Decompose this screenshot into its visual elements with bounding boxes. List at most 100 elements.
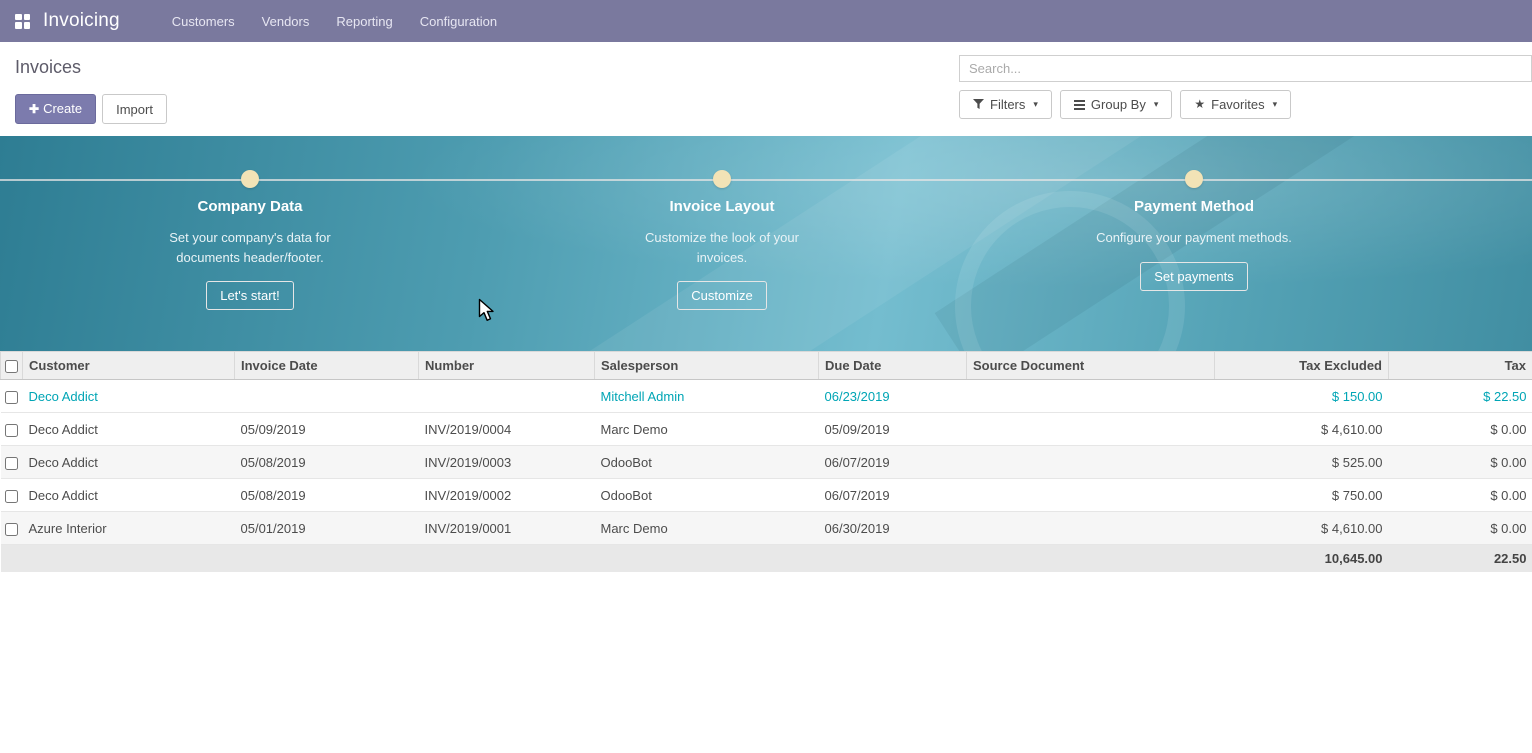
cell-due-date[interactable]: 06/07/2019 bbox=[819, 479, 967, 512]
filters-button[interactable]: Filters ▾ bbox=[959, 90, 1052, 119]
cell-number[interactable]: INV/2019/0004 bbox=[419, 413, 595, 446]
column-header-source-document[interactable]: Source Document bbox=[967, 352, 1215, 380]
cell-invoice-date[interactable] bbox=[235, 380, 419, 413]
cell-invoice-date[interactable]: 05/08/2019 bbox=[235, 446, 419, 479]
row-checkbox[interactable] bbox=[5, 424, 18, 437]
customize-button[interactable]: Customize bbox=[677, 281, 766, 310]
cell-tax-excluded[interactable]: $ 750.00 bbox=[1215, 479, 1389, 512]
search-input[interactable] bbox=[959, 55, 1532, 82]
step-title: Payment Method bbox=[1064, 198, 1324, 215]
row-checkbox[interactable] bbox=[5, 457, 18, 470]
row-checkbox[interactable] bbox=[5, 490, 18, 503]
column-header-number[interactable]: Number bbox=[419, 352, 595, 380]
search-options: Filters ▾ Group By ▾ ★ Favorites ▾ bbox=[959, 90, 1532, 119]
onboarding-step-invoice-layout: Invoice Layout Customize the look of you… bbox=[592, 198, 852, 310]
table-header-row: Customer Invoice Date Number Salesperson… bbox=[1, 352, 1532, 380]
step-dot-payment-method bbox=[1185, 170, 1203, 188]
table-totals-row: 10,645.00 22.50 bbox=[1, 545, 1532, 573]
cell-number[interactable] bbox=[419, 380, 595, 413]
invoice-list-table: Customer Invoice Date Number Salesperson… bbox=[0, 351, 1532, 572]
favorites-button[interactable]: ★ Favorites ▾ bbox=[1180, 90, 1291, 119]
select-all-checkbox-cell bbox=[1, 352, 23, 380]
cell-tax[interactable]: $ 0.00 bbox=[1389, 479, 1532, 512]
table-row[interactable]: Deco Addict 05/08/2019 INV/2019/0003 Odo… bbox=[1, 446, 1532, 479]
cell-salesperson[interactable]: OdooBot bbox=[595, 446, 819, 479]
table-row[interactable]: Deco Addict 05/09/2019 INV/2019/0004 Mar… bbox=[1, 413, 1532, 446]
column-header-invoice-date[interactable]: Invoice Date bbox=[235, 352, 419, 380]
menu-configuration[interactable]: Configuration bbox=[420, 14, 497, 29]
step-title: Invoice Layout bbox=[592, 198, 852, 215]
cell-source-document[interactable] bbox=[967, 380, 1215, 413]
step-title: Company Data bbox=[120, 198, 380, 215]
cell-due-date[interactable]: 06/23/2019 bbox=[819, 380, 967, 413]
plus-icon: ✚ bbox=[29, 102, 39, 116]
cell-source-document[interactable] bbox=[967, 512, 1215, 545]
menu-reporting[interactable]: Reporting bbox=[336, 14, 392, 29]
control-panel: Invoices ✚Create Import Filters ▾ Group … bbox=[0, 42, 1532, 136]
top-navbar: Invoicing Customers Vendors Reporting Co… bbox=[0, 0, 1532, 42]
step-description: Set your company's data for documents he… bbox=[155, 228, 345, 267]
cell-tax[interactable]: $ 0.00 bbox=[1389, 512, 1532, 545]
cell-source-document[interactable] bbox=[967, 413, 1215, 446]
cell-customer[interactable]: Deco Addict bbox=[23, 380, 235, 413]
total-tax: 22.50 bbox=[1389, 545, 1532, 573]
app-name[interactable]: Invoicing bbox=[43, 10, 120, 32]
column-header-tax-excluded[interactable]: Tax Excluded bbox=[1215, 352, 1389, 380]
total-tax-excluded: 10,645.00 bbox=[1215, 545, 1389, 573]
cell-invoice-date[interactable]: 05/09/2019 bbox=[235, 413, 419, 446]
cell-invoice-date[interactable]: 05/01/2019 bbox=[235, 512, 419, 545]
cell-source-document[interactable] bbox=[967, 446, 1215, 479]
cell-due-date[interactable]: 06/30/2019 bbox=[819, 512, 967, 545]
cell-customer[interactable]: Deco Addict bbox=[23, 479, 235, 512]
cell-source-document[interactable] bbox=[967, 479, 1215, 512]
cell-due-date[interactable]: 05/09/2019 bbox=[819, 413, 967, 446]
menu-customers[interactable]: Customers bbox=[172, 14, 235, 29]
menu-vendors[interactable]: Vendors bbox=[262, 14, 310, 29]
cell-salesperson[interactable]: Marc Demo bbox=[595, 413, 819, 446]
row-checkbox[interactable] bbox=[5, 391, 18, 404]
cell-tax[interactable]: $ 22.50 bbox=[1389, 380, 1532, 413]
cell-customer[interactable]: Deco Addict bbox=[23, 413, 235, 446]
cell-tax-excluded[interactable]: $ 525.00 bbox=[1215, 446, 1389, 479]
cell-number[interactable]: INV/2019/0003 bbox=[419, 446, 595, 479]
cell-number[interactable]: INV/2019/0002 bbox=[419, 479, 595, 512]
cell-tax[interactable]: $ 0.00 bbox=[1389, 413, 1532, 446]
step-description: Customize the look of your invoices. bbox=[627, 228, 817, 267]
row-checkbox[interactable] bbox=[5, 523, 18, 536]
onboarding-banner: Company Data Set your company's data for… bbox=[0, 136, 1532, 351]
table-row[interactable]: Deco Addict Mitchell Admin 06/23/2019 $ … bbox=[1, 380, 1532, 413]
chevron-down-icon: ▾ bbox=[1154, 96, 1159, 113]
create-button[interactable]: ✚Create bbox=[15, 94, 96, 124]
cell-invoice-date[interactable]: 05/08/2019 bbox=[235, 479, 419, 512]
select-all-checkbox[interactable] bbox=[5, 360, 18, 373]
onboarding-timeline bbox=[0, 179, 1532, 181]
navbar-menus: Customers Vendors Reporting Configuratio… bbox=[172, 14, 497, 29]
cell-due-date[interactable]: 06/07/2019 bbox=[819, 446, 967, 479]
apps-grid-icon[interactable] bbox=[15, 14, 30, 29]
cell-tax[interactable]: $ 0.00 bbox=[1389, 446, 1532, 479]
cell-tax-excluded[interactable]: $ 150.00 bbox=[1215, 380, 1389, 413]
onboarding-step-company-data: Company Data Set your company's data for… bbox=[120, 198, 380, 310]
table-row[interactable]: Azure Interior 05/01/2019 INV/2019/0001 … bbox=[1, 512, 1532, 545]
cell-number[interactable]: INV/2019/0001 bbox=[419, 512, 595, 545]
cell-salesperson[interactable]: Mitchell Admin bbox=[595, 380, 819, 413]
onboarding-step-payment-method: Payment Method Configure your payment me… bbox=[1064, 198, 1324, 291]
table-row[interactable]: Deco Addict 05/08/2019 INV/2019/0002 Odo… bbox=[1, 479, 1532, 512]
star-icon: ★ bbox=[1194, 96, 1205, 113]
column-header-due-date[interactable]: Due Date bbox=[819, 352, 967, 380]
cell-salesperson[interactable]: OdooBot bbox=[595, 479, 819, 512]
chevron-down-icon: ▾ bbox=[1033, 96, 1038, 113]
lets-start-button[interactable]: Let's start! bbox=[206, 281, 294, 310]
cell-customer[interactable]: Azure Interior bbox=[23, 512, 235, 545]
import-button[interactable]: Import bbox=[102, 94, 167, 124]
column-header-customer[interactable]: Customer bbox=[23, 352, 235, 380]
cell-salesperson[interactable]: Marc Demo bbox=[595, 512, 819, 545]
cell-tax-excluded[interactable]: $ 4,610.00 bbox=[1215, 512, 1389, 545]
cell-tax-excluded[interactable]: $ 4,610.00 bbox=[1215, 413, 1389, 446]
column-header-tax[interactable]: Tax bbox=[1389, 352, 1532, 380]
cell-customer[interactable]: Deco Addict bbox=[23, 446, 235, 479]
column-header-salesperson[interactable]: Salesperson bbox=[595, 352, 819, 380]
group-by-bars-icon bbox=[1074, 100, 1085, 110]
set-payments-button[interactable]: Set payments bbox=[1140, 262, 1248, 291]
group-by-button[interactable]: Group By ▾ bbox=[1060, 90, 1172, 119]
